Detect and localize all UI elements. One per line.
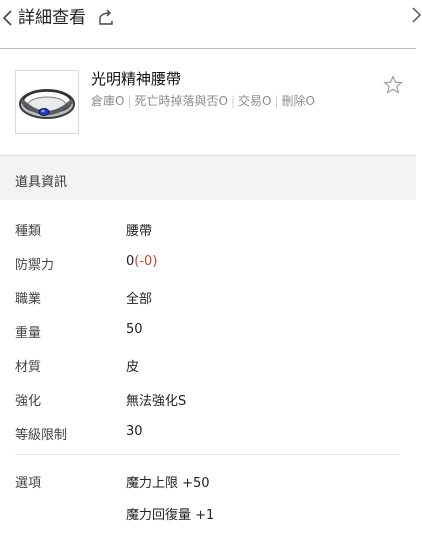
info-value: 無法強化S: [126, 394, 187, 409]
info-row-options: 選項 魔力上限 +50: [0, 470, 416, 492]
info-row-options-2: 魔力回復量 +1: [0, 502, 416, 524]
info-row-type: 種類 腰帶: [0, 218, 416, 240]
info-label: 職業: [15, 292, 42, 307]
item-flags: 倉庫O | 死亡時掉落與否O | 交易O | 刪除O: [91, 94, 315, 108]
share-icon[interactable]: [96, 9, 116, 27]
flag-separator: |: [230, 94, 235, 108]
header-divider: [0, 48, 416, 49]
next-chevron-icon[interactable]: [410, 5, 422, 25]
flag-delete: 刪除O: [281, 94, 315, 108]
flag-separator: |: [274, 94, 279, 108]
defense-modifier: (-0): [134, 254, 158, 269]
info-label: 防禦力: [15, 258, 55, 273]
info-row-defense: 防禦力 0(-0): [0, 252, 416, 274]
section-header: 道具資訊: [0, 155, 416, 200]
info-label: 材質: [15, 360, 42, 375]
info-row-enhance: 強化 無法強化S: [0, 388, 416, 410]
item-summary: 光明精神腰帶 倉庫O | 死亡時掉落與否O | 交易O | 刪除O: [0, 50, 416, 154]
info-label: 選項: [15, 476, 42, 491]
info-value: 皮: [126, 360, 140, 375]
star-favorite-icon[interactable]: [383, 75, 403, 95]
app-header: 詳細查看: [0, 0, 422, 50]
flag-separator: |: [127, 94, 132, 108]
section-title: 道具資訊: [15, 175, 68, 190]
info-row-job: 職業 全部: [0, 286, 416, 308]
ring-belt-icon: [19, 89, 75, 119]
flag-trade: 交易O: [238, 94, 272, 108]
option-value: 魔力上限 +50: [126, 476, 210, 491]
info-row-level: 等級限制 30: [0, 422, 416, 444]
info-row-weight: 重量 50: [0, 320, 416, 342]
back-chevron-icon[interactable]: [0, 8, 16, 28]
info-value: 30: [126, 424, 143, 439]
flag-drop-on-death: 死亡時掉落與否O: [134, 94, 228, 108]
item-icon-frame: [15, 70, 79, 134]
info-label: 強化: [15, 394, 42, 409]
page-title: 詳細查看: [18, 8, 86, 28]
info-row-material: 材質 皮: [0, 354, 416, 376]
options-divider: [15, 454, 400, 455]
option-value: 魔力回復量 +1: [126, 508, 215, 523]
info-label: 等級限制: [15, 428, 68, 443]
info-label: 種類: [15, 224, 42, 239]
item-name: 光明精神腰帶: [91, 70, 182, 88]
info-value: 全部: [126, 292, 153, 307]
info-label: 重量: [15, 326, 42, 341]
flag-warehouse: 倉庫O: [91, 94, 125, 108]
info-value: 腰帶: [126, 224, 153, 239]
info-value: 0(-0): [126, 254, 157, 269]
info-value: 50: [126, 322, 143, 337]
